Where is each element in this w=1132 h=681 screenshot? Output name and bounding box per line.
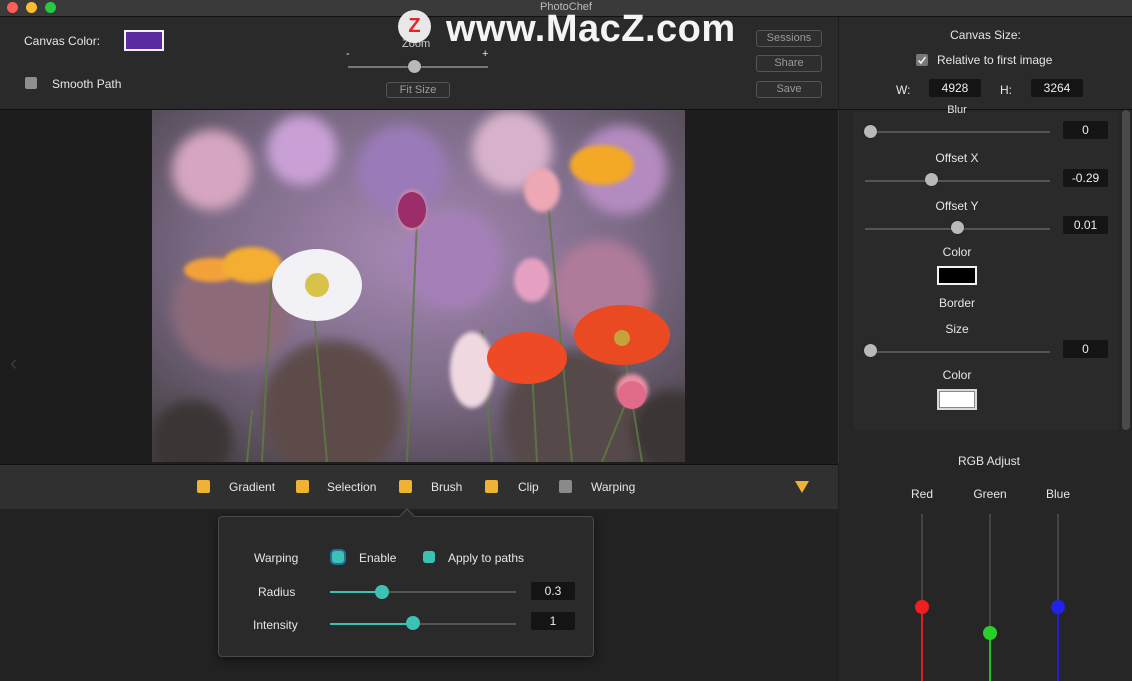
apply-to-paths-label: Apply to paths — [448, 551, 525, 565]
canvas-size-title: Canvas Size: — [950, 28, 1021, 42]
warping-title: Warping — [254, 551, 299, 565]
offset-x-label: Offset X — [935, 151, 979, 165]
canvas-color-label: Canvas Color: — [24, 34, 101, 48]
popover-pointer-fill — [399, 510, 415, 518]
height-label: H: — [1000, 83, 1012, 97]
border-size-label: Size — [945, 322, 969, 336]
sessions-button[interactable]: Sessions — [756, 30, 822, 47]
smooth-path-label: Smooth Path — [52, 77, 122, 91]
red-slider-fill — [921, 607, 923, 681]
red-slider-thumb[interactable] — [915, 600, 929, 614]
width-label: W: — [896, 83, 911, 97]
tool-brush[interactable]: Brush — [431, 480, 462, 494]
flower-photo — [152, 110, 685, 462]
blue-slider-track[interactable] — [1057, 514, 1059, 607]
relative-checkbox[interactable] — [916, 54, 928, 66]
tool-gradient[interactable]: Gradient — [229, 480, 275, 494]
clip-checkbox[interactable] — [485, 480, 498, 493]
offset-y-input[interactable]: 0.01 — [1063, 216, 1108, 234]
watermark-logo: Z — [398, 10, 431, 43]
tool-selection[interactable]: Selection — [327, 480, 376, 494]
intensity-label: Intensity — [253, 618, 298, 632]
offset-y-label: Offset Y — [935, 199, 979, 213]
rgb-adjust-title: RGB Adjust — [957, 454, 1021, 468]
fit-size-button[interactable]: Fit Size — [386, 82, 450, 98]
shadow-color-swatch[interactable] — [937, 266, 977, 285]
border-title: Border — [938, 296, 976, 310]
green-label: Green — [973, 487, 1007, 501]
green-slider-fill — [989, 634, 991, 681]
offset-x-input[interactable]: -0.29 — [1063, 169, 1108, 187]
tools-bar — [0, 464, 838, 510]
photo-canvas[interactable] — [152, 110, 685, 462]
offset-x-slider-thumb[interactable] — [925, 173, 938, 186]
tool-clip[interactable]: Clip — [518, 480, 539, 494]
blue-slider-thumb[interactable] — [1051, 600, 1065, 614]
brush-checkbox[interactable] — [399, 480, 412, 493]
blur-slider-thumb[interactable] — [864, 125, 877, 138]
share-button[interactable]: Share — [756, 55, 822, 72]
border-color-swatch[interactable] — [937, 389, 977, 410]
radius-input[interactable]: 0.3 — [531, 582, 575, 600]
height-input[interactable]: 3264 — [1031, 79, 1083, 97]
triangle-down-icon[interactable] — [794, 480, 810, 497]
border-size-input[interactable]: 0 — [1063, 340, 1108, 358]
blur-slider-track[interactable] — [865, 131, 1050, 133]
enable-checkbox[interactable] — [332, 551, 344, 563]
warping-checkbox[interactable] — [559, 480, 572, 493]
border-size-slider-track[interactable] — [865, 351, 1050, 353]
blur-label: Blur — [947, 104, 967, 116]
green-slider-thumb[interactable] — [983, 626, 997, 640]
smooth-path-checkbox[interactable] — [25, 77, 37, 89]
radius-slider-thumb[interactable] — [375, 585, 389, 599]
save-button[interactable]: Save — [756, 81, 822, 98]
enable-label: Enable — [359, 551, 397, 565]
zoom-slider-thumb[interactable] — [408, 60, 421, 73]
radius-label: Radius — [258, 585, 296, 599]
apply-to-paths-checkbox[interactable] — [423, 551, 435, 563]
selection-checkbox[interactable] — [296, 480, 309, 493]
relative-label: Relative to first image — [937, 53, 1053, 67]
gradient-checkbox[interactable] — [197, 480, 210, 493]
blue-slider-fill — [1057, 607, 1059, 681]
blue-label: Blue — [1045, 487, 1071, 501]
watermark-logo-letter: Z — [408, 15, 421, 37]
border-color-label: Color — [942, 368, 972, 382]
chevron-left-icon[interactable]: ‹ — [10, 350, 17, 376]
blur-input[interactable]: 0 — [1063, 121, 1108, 139]
right-panel-scrollbar[interactable] — [1122, 110, 1130, 430]
offset-x-slider-track[interactable] — [865, 180, 1050, 182]
canvas-color-swatch[interactable] — [124, 30, 164, 51]
checkmark-icon — [917, 56, 927, 65]
tool-warping[interactable]: Warping — [591, 480, 635, 494]
offset-y-slider-thumb[interactable] — [951, 221, 964, 234]
border-size-slider-thumb[interactable] — [864, 344, 877, 357]
red-slider-track[interactable] — [921, 514, 923, 607]
zoom-minus-label: - — [346, 48, 350, 60]
shadow-color-label: Color — [942, 245, 972, 259]
watermark-text: www.MacZ.com — [446, 8, 736, 50]
green-slider-track[interactable] — [989, 514, 991, 634]
red-label: Red — [910, 487, 933, 501]
intensity-slider-thumb[interactable] — [406, 616, 420, 630]
width-input[interactable]: 4928 — [929, 79, 981, 97]
intensity-input[interactable]: 1 — [531, 612, 575, 630]
intensity-slider-fill — [330, 623, 413, 625]
